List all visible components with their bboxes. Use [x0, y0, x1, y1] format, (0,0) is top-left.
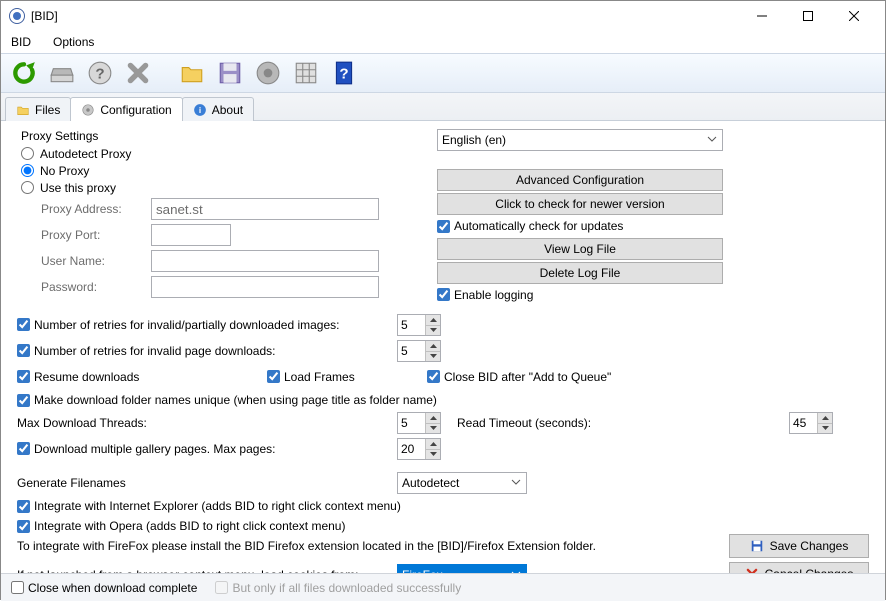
settings-button[interactable] [251, 56, 285, 90]
gear-icon [81, 103, 95, 117]
read-timeout-label: Read Timeout (seconds): [457, 416, 667, 430]
integrate-ie-checkbox[interactable]: Integrate with Internet Explorer (adds B… [17, 497, 401, 515]
tab-about-label: About [212, 103, 243, 117]
info-button[interactable]: ? [327, 56, 361, 90]
cancel-icon [745, 567, 759, 573]
save-button[interactable] [213, 56, 247, 90]
maximize-button[interactable] [785, 2, 831, 30]
resume-downloads-checkbox[interactable]: Resume downloads [17, 368, 139, 386]
proxy-username-label: User Name: [21, 254, 151, 268]
load-frames-checkbox[interactable]: Load Frames [267, 368, 355, 386]
max-threads-spin[interactable] [397, 412, 441, 434]
close-after-checkbox[interactable]: Close BID after "Add to Queue" [427, 368, 611, 386]
language-value: English (en) [442, 133, 506, 147]
toolbar: ? ? [1, 53, 885, 93]
content: Proxy Settings Autodetect Proxy No Proxy… [1, 121, 885, 573]
tab-files[interactable]: Files [5, 97, 71, 121]
tab-configuration[interactable]: Configuration [70, 97, 182, 121]
proxy-settings: Proxy Settings Autodetect Proxy No Proxy… [17, 129, 417, 304]
retries-page-spin[interactable] [397, 340, 441, 362]
menubar: BID Options [1, 31, 885, 53]
save-icon [750, 539, 764, 553]
retries-page-checkbox[interactable]: Number of retries for invalid page downl… [17, 342, 275, 360]
close-button[interactable] [831, 2, 877, 30]
proxy-port-label: Proxy Port: [21, 228, 151, 242]
menu-options[interactable]: Options [49, 33, 98, 51]
tab-configuration-label: Configuration [100, 103, 171, 117]
menu-bid[interactable]: BID [7, 33, 35, 51]
multiple-pages-checkbox[interactable]: Download multiple gallery pages. Max pag… [17, 440, 275, 458]
proxy-port-input[interactable] [151, 224, 231, 246]
chevron-down-icon [510, 568, 522, 573]
tab-about[interactable]: i About [182, 97, 254, 121]
statusbar: Close when download complete But only if… [1, 573, 885, 601]
minimize-button[interactable] [739, 2, 785, 30]
max-threads-label: Max Download Threads: [17, 416, 397, 430]
but-only-if-checkbox: But only if all files downloaded success… [215, 579, 461, 597]
generate-filenames-select[interactable]: Autodetect [397, 472, 527, 494]
retries-images-spin[interactable] [397, 314, 441, 336]
chevron-down-icon [510, 476, 522, 488]
svg-text:i: i [199, 105, 201, 114]
folder-button[interactable] [175, 56, 209, 90]
generate-filenames-label: Generate Filenames [17, 476, 397, 490]
save-changes-button[interactable]: Save Changes [729, 534, 869, 558]
check-version-button[interactable]: Click to check for newer version [437, 193, 723, 215]
autocheck-updates-checkbox[interactable]: Automatically check for updates [437, 217, 623, 235]
window-title: [BID] [31, 9, 58, 23]
svg-text:?: ? [339, 65, 348, 82]
scan-button[interactable] [45, 56, 79, 90]
proxy-password-label: Password: [21, 280, 151, 294]
cancel-changes-button[interactable]: Cancel Changes [729, 562, 869, 573]
unique-folders-checkbox[interactable]: Make download folder names unique (when … [17, 391, 437, 409]
proxy-password-input[interactable] [151, 276, 379, 298]
titlebar: [BID] [1, 1, 885, 31]
view-log-button[interactable]: View Log File [437, 238, 723, 260]
delete-log-button[interactable]: Delete Log File [437, 262, 723, 284]
enable-logging-checkbox[interactable]: Enable logging [437, 286, 533, 304]
radio-usethis[interactable]: Use this proxy [21, 179, 417, 196]
folder-icon [16, 103, 30, 117]
help-button[interactable]: ? [83, 56, 117, 90]
max-pages-spin[interactable] [397, 438, 441, 460]
grid-button[interactable] [289, 56, 323, 90]
firefox-note: To integrate with FireFox please install… [17, 539, 596, 553]
proxy-username-input[interactable] [151, 250, 379, 272]
proxy-address-label: Proxy Address: [21, 202, 151, 216]
proxy-legend: Proxy Settings [21, 129, 98, 143]
integrate-opera-checkbox[interactable]: Integrate with Opera (adds BID to right … [17, 517, 345, 535]
delete-button[interactable] [121, 56, 155, 90]
proxy-address-input[interactable] [151, 198, 379, 220]
radio-noproxy[interactable]: No Proxy [21, 162, 417, 179]
retries-images-checkbox[interactable]: Number of retries for invalid/partially … [17, 316, 339, 334]
cookies-label: If not launched from a browser context m… [17, 568, 397, 573]
svg-text:?: ? [95, 65, 104, 82]
close-when-complete-checkbox[interactable]: Close when download complete [11, 579, 197, 597]
spin-up-icon[interactable] [426, 315, 440, 326]
advanced-config-button[interactable]: Advanced Configuration [437, 169, 723, 191]
refresh-button[interactable] [7, 56, 41, 90]
tab-files-label: Files [35, 103, 60, 117]
chevron-down-icon [706, 133, 718, 145]
info-icon: i [193, 103, 207, 117]
cookies-select[interactable]: FireFox [397, 564, 527, 573]
language-select[interactable]: English (en) [437, 129, 723, 151]
read-timeout-spin[interactable] [789, 412, 833, 434]
tabstrip: Files Configuration i About [1, 93, 885, 121]
app-icon [9, 8, 25, 24]
spin-down-icon[interactable] [426, 326, 440, 336]
radio-autodetect[interactable]: Autodetect Proxy [21, 145, 417, 162]
